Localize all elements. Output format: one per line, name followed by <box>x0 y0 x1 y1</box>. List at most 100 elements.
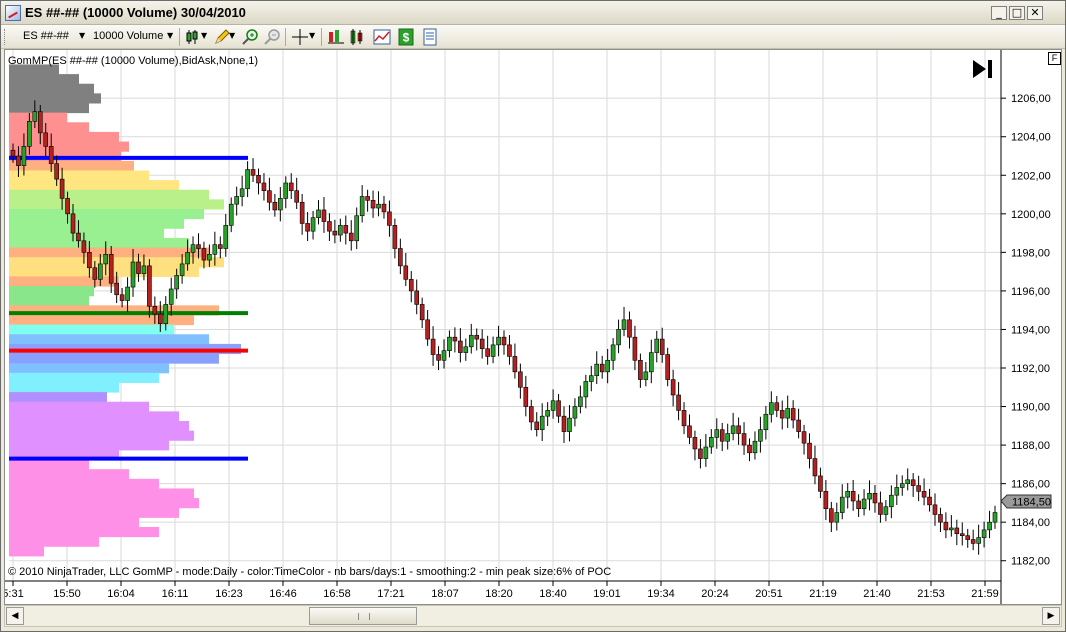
maximize-button[interactable]: □ <box>1009 6 1025 20</box>
candle-body <box>81 240 87 253</box>
candle-body <box>703 446 709 459</box>
minimize-button[interactable]: _ <box>991 6 1007 20</box>
chart-footer: © 2010 NinjaTrader, LLC GomMP - mode:Dai… <box>8 566 612 578</box>
candle-body <box>32 111 38 122</box>
y-tick-label: 1196,00 <box>1011 286 1050 298</box>
go-to-end-icon[interactable] <box>969 58 995 80</box>
candle-body <box>523 386 529 407</box>
scrollbar-thumb[interactable] <box>309 607 417 625</box>
profile-bar <box>9 286 94 297</box>
candle-body <box>752 440 758 454</box>
profile-bar <box>9 401 149 412</box>
profile-bar <box>9 189 209 200</box>
candle-body <box>910 479 916 486</box>
profile-bar <box>9 353 219 364</box>
zoom-out-icon[interactable] <box>263 28 281 46</box>
scroll-right-button[interactable]: ▶ <box>1042 607 1060 625</box>
candle-body <box>10 149 16 157</box>
x-tick-label: 20:51 <box>755 588 783 600</box>
profile-bar <box>9 209 204 220</box>
properties-icon[interactable] <box>421 28 439 46</box>
candle-body <box>354 215 360 242</box>
candle-body <box>878 502 883 515</box>
candle-body <box>441 350 447 361</box>
candle-body <box>228 203 234 226</box>
toolbar-separator <box>179 28 180 46</box>
f-button[interactable]: F <box>1048 52 1061 65</box>
candle-body <box>468 334 474 348</box>
candle-body <box>889 494 894 508</box>
candle-body <box>479 338 485 350</box>
candle-body <box>578 396 583 407</box>
crosshair-dropdown-icon[interactable]: ▼ <box>309 31 315 40</box>
period-selector[interactable]: 10000 Volume <box>93 30 163 42</box>
candle-body <box>987 521 992 531</box>
candle-body <box>812 458 818 477</box>
candle-body <box>158 313 163 324</box>
candle-body <box>528 406 534 423</box>
candle-body <box>616 329 621 346</box>
candle-body <box>452 336 458 342</box>
profile-bar <box>9 507 179 518</box>
chart-window: ES ##-## (10000 Volume) 30/04/2010 _ □ ✕… <box>0 0 1066 632</box>
candle-body <box>496 336 501 346</box>
y-tick-label: 1188,00 <box>1011 440 1050 452</box>
bar-type-icon[interactable] <box>327 28 345 46</box>
candle-body <box>801 431 807 444</box>
horizontal-scrollbar[interactable]: ◀ ▶ <box>4 605 1062 627</box>
x-tick-label: 18:20 <box>485 588 513 600</box>
candle-body <box>501 336 507 346</box>
candle-body <box>223 225 229 249</box>
last-price-marker: 1184,50 <box>1000 494 1052 509</box>
candle-body <box>512 356 518 373</box>
indicators-icon[interactable] <box>349 28 367 46</box>
candle-body <box>769 402 774 415</box>
candle-body <box>807 442 812 459</box>
x-tick-label: 21:19 <box>809 588 837 600</box>
chart-app-icon <box>5 5 21 21</box>
crosshair-icon[interactable] <box>291 28 309 46</box>
y-tick-label: 1186,00 <box>1011 479 1050 491</box>
profile-bar <box>9 334 209 345</box>
candlestick-dropdown-icon[interactable]: ▼ <box>201 31 207 40</box>
x-tick-label: 16:04 <box>107 588 135 600</box>
candle-body <box>507 344 512 357</box>
close-button[interactable]: ✕ <box>1027 6 1043 20</box>
candle-body <box>201 248 207 261</box>
title-bar[interactable]: ES ##-## (10000 Volume) 30/04/2010 _ □ ✕ <box>1 1 1065 25</box>
y-tick-label: 1192,00 <box>1011 363 1050 375</box>
candle-body <box>463 346 469 353</box>
scroll-left-button[interactable]: ◀ <box>6 607 24 625</box>
y-tick-label: 1182,00 <box>1011 556 1050 568</box>
candle-body <box>343 225 349 234</box>
candle-body <box>638 359 643 380</box>
profile-bar <box>9 122 89 133</box>
candle-body <box>27 121 32 147</box>
instrument-dropdown-icon[interactable]: ▼ <box>79 31 85 40</box>
candle-body <box>572 406 578 419</box>
profile-bar <box>9 459 89 470</box>
candle-body <box>136 261 141 274</box>
dollar-icon[interactable]: $ <box>397 28 415 46</box>
candle-body <box>970 539 976 544</box>
strategy-icon[interactable] <box>373 28 391 46</box>
candle-body <box>87 252 92 269</box>
instrument-selector[interactable]: ES ##-## <box>23 30 69 42</box>
zoom-in-icon[interactable] <box>241 28 259 46</box>
candle-body <box>654 338 660 353</box>
candle-body <box>458 340 463 353</box>
pencil-dropdown-icon[interactable]: ▼ <box>229 31 235 40</box>
candle-body <box>687 425 692 438</box>
candle-body <box>37 111 43 134</box>
profile-bar <box>9 536 99 547</box>
chart-panel[interactable]: 1206,00 1204,00 1202,00 1200,00 1198,00 1196,… <box>4 49 1062 605</box>
toolbar-grip[interactable] <box>4 29 7 45</box>
candle-body <box>741 433 747 446</box>
candle-body <box>861 498 867 509</box>
price-chart[interactable]: 1206,00 1204,00 1202,00 1200,00 1198,00 1196,… <box>5 50 1062 605</box>
candle-body <box>190 244 196 253</box>
candle-body <box>709 437 714 448</box>
candle-body <box>348 232 354 242</box>
candle-body <box>321 209 327 222</box>
period-dropdown-icon[interactable]: ▼ <box>167 31 173 40</box>
